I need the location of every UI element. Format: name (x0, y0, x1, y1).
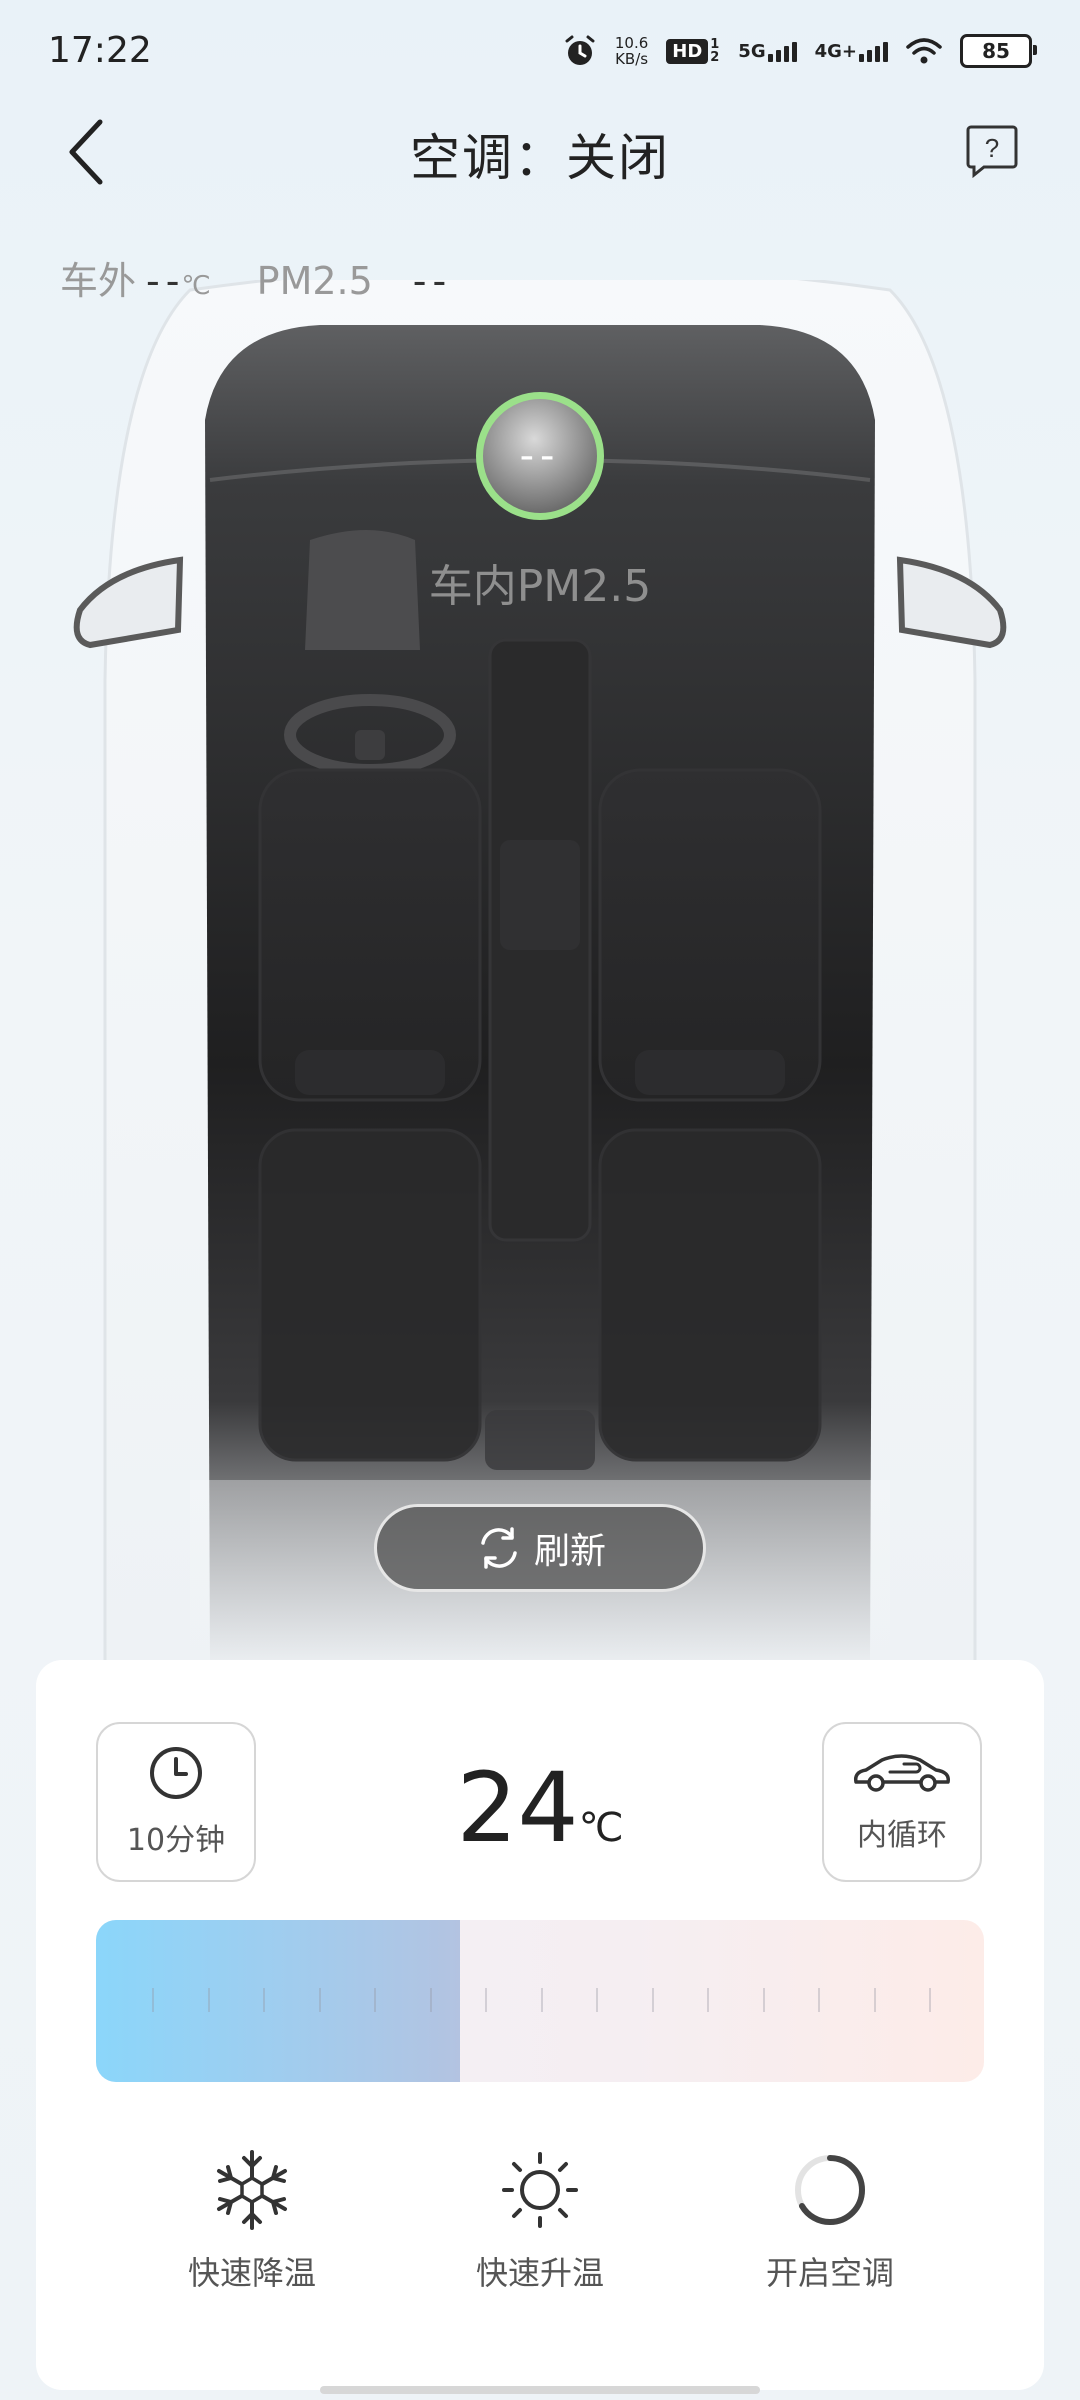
temperature-unit: ℃ (578, 1805, 624, 1851)
slider-tick (762, 1988, 765, 2012)
turn-on-ac-label: 开启空调 (765, 2254, 894, 2292)
snowflake-icon (217, 2150, 287, 2230)
temperature-slider-fill (96, 1920, 461, 2082)
home-indicator[interactable] (320, 2386, 760, 2394)
outside-pm-value: -- (412, 259, 453, 303)
slider-tick (929, 1988, 931, 2012)
temperature-value: 24 (456, 1752, 579, 1864)
signal-4g: 4G+ (815, 41, 888, 62)
quick-cool-button[interactable]: 快速降温 (132, 2148, 372, 2294)
hd-sub: 1 2 (710, 37, 720, 65)
slider-tick (152, 1988, 154, 2012)
slider-tick (540, 1988, 543, 2012)
status-time: 17:22 (48, 30, 152, 71)
slider-tick (263, 1988, 265, 2012)
net-speed: 10.6 KB/s (615, 35, 648, 67)
slider-tick (651, 1988, 654, 2012)
signal-5g-label: 5G (738, 40, 766, 62)
turn-on-ac-button[interactable]: 开启空调 (710, 2148, 950, 2294)
refresh-button[interactable]: 刷新 (374, 1504, 706, 1592)
slider-tick (485, 1988, 487, 2012)
slider-tick (873, 1988, 876, 2012)
car-circulation-icon (853, 1754, 950, 1792)
slider-tick (318, 1988, 321, 2012)
outside-label: 车外 (60, 259, 137, 303)
alarm-icon (565, 35, 595, 65)
slider-tick (596, 1988, 598, 2012)
inside-pm-indicator: -- (476, 392, 604, 520)
wifi-icon (906, 38, 942, 64)
net-speed-value: 10.6 (614, 34, 649, 52)
quick-heat-label: 快速升温 (475, 2254, 604, 2292)
slider-tick (707, 1988, 709, 2012)
outside-conditions: 车外 -- ℃ PM2.5 -- (60, 250, 452, 305)
hd-indicator: HD 1 2 (666, 38, 720, 64)
signal-4g-label: 4G+ (814, 40, 857, 62)
slider-tick (429, 1988, 432, 2012)
signal-5g: 5G (738, 40, 797, 62)
quick-cool-label: 快速降温 (187, 2254, 316, 2292)
refresh-icon (481, 1527, 517, 1569)
refresh-label: 刷新 (533, 1531, 606, 1572)
power-spinner-icon (795, 2155, 866, 2226)
status-icons: 10.6 KB/s HD 1 2 5G 4G+ 85 (563, 34, 1037, 68)
help-icon[interactable]: ? (966, 124, 1018, 178)
outside-temp-value: -- (146, 259, 186, 303)
temperature-slider[interactable] (96, 1920, 984, 2082)
page-title: 空调：关闭 (410, 129, 670, 187)
quick-heat-button[interactable]: 快速升温 (420, 2148, 660, 2294)
slider-tick (374, 1988, 376, 2012)
slider-tick (818, 1988, 820, 2012)
slider-tick (207, 1988, 210, 2012)
svg-text:?: ? (985, 133, 999, 163)
sun-icon (502, 2152, 578, 2228)
net-speed-unit: KB/s (615, 50, 649, 68)
outside-pm-label: PM2.5 (256, 259, 373, 303)
signal-bars-icon (859, 41, 888, 62)
outside-temp-unit: ℃ (181, 271, 211, 301)
signal-bars-icon (767, 41, 797, 62)
battery-indicator: 85 (960, 34, 1037, 68)
inside-pm-label: 车内PM2.5 (428, 561, 652, 612)
hd-badge: HD (666, 38, 709, 64)
circulation-button[interactable]: 内循环 (822, 1722, 982, 1882)
circulation-label: 内循环 (857, 1818, 947, 1853)
